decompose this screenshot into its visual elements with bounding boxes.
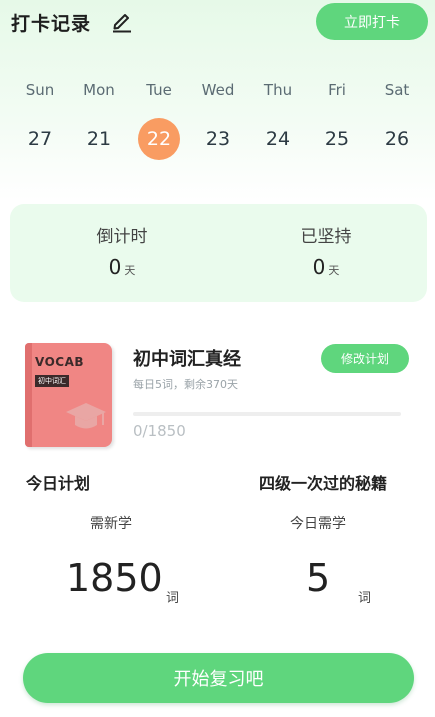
today-words-count: 5 bbox=[306, 556, 331, 600]
day-sun[interactable]: Sun 27 bbox=[10, 78, 70, 160]
book-subtitle: 每日5词，剩余370天 bbox=[133, 378, 238, 391]
day-name: Wed bbox=[201, 81, 235, 99]
stats-card: 倒计时 0天 已坚持 0天 bbox=[10, 204, 427, 302]
persisted-stat: 已坚持 0天 bbox=[256, 222, 396, 279]
persisted-value-row: 0天 bbox=[256, 255, 396, 279]
today-words-unit: 词 bbox=[358, 591, 372, 606]
day-name: Tue bbox=[146, 81, 172, 99]
progress-bar bbox=[133, 412, 401, 416]
countdown-value: 0 bbox=[108, 255, 122, 279]
day-number: 23 bbox=[205, 128, 231, 150]
persisted-label: 已坚持 bbox=[300, 227, 352, 247]
day-mon[interactable]: Mon 21 bbox=[69, 78, 129, 160]
day-number: 26 bbox=[384, 128, 410, 150]
day-fri[interactable]: Fri 25 bbox=[307, 78, 367, 160]
day-number-selected: 22 bbox=[138, 118, 180, 160]
today-words-label: 今日需学 bbox=[290, 516, 346, 532]
day-thu[interactable]: Thu 24 bbox=[248, 78, 308, 160]
graduation-cap-icon bbox=[66, 403, 106, 429]
persisted-value: 0 bbox=[312, 255, 326, 279]
countdown-unit: 天 bbox=[124, 264, 136, 277]
page-title: 打卡记录 bbox=[11, 13, 92, 35]
day-name: Fri bbox=[328, 81, 346, 99]
header: 打卡记录 立即打卡 bbox=[0, 0, 435, 44]
book-spine bbox=[25, 343, 32, 447]
new-words-unit: 词 bbox=[166, 591, 180, 606]
start-review-button[interactable]: 开始复习吧 bbox=[23, 653, 414, 703]
day-name: Mon bbox=[83, 81, 115, 99]
persisted-unit: 天 bbox=[328, 264, 340, 277]
day-sat[interactable]: Sat 26 bbox=[367, 78, 427, 160]
countdown-stat: 倒计时 0天 bbox=[52, 222, 192, 279]
day-wed[interactable]: Wed 23 bbox=[188, 78, 248, 160]
day-name: Sat bbox=[384, 81, 410, 99]
day-tue[interactable]: Tue 22 bbox=[129, 78, 189, 160]
modify-plan-button[interactable]: 修改计划 bbox=[321, 344, 409, 373]
book-title: 初中词汇真经 bbox=[133, 349, 241, 370]
countdown-label: 倒计时 bbox=[96, 227, 148, 247]
secret-tips-link[interactable]: 四级一次过的秘籍 bbox=[259, 470, 387, 494]
book-cover-tag: 初中词汇 bbox=[35, 375, 69, 387]
countdown-value-row: 0天 bbox=[52, 255, 192, 279]
book-cover-title: VOCAB bbox=[35, 355, 85, 369]
day-name: Thu bbox=[263, 81, 293, 99]
day-number: 25 bbox=[324, 128, 350, 150]
day-number: 24 bbox=[265, 128, 291, 150]
book-cover[interactable]: VOCAB 初中词汇 bbox=[25, 343, 112, 447]
progress-text: 0/1850 bbox=[133, 422, 186, 440]
new-words-count: 1850 bbox=[66, 556, 163, 600]
today-plan-title: 今日计划 bbox=[26, 474, 91, 493]
day-number: 27 bbox=[27, 128, 53, 150]
day-number: 21 bbox=[86, 128, 112, 150]
day-name: Sun bbox=[25, 81, 55, 99]
checkin-now-button[interactable]: 立即打卡 bbox=[316, 3, 428, 40]
pencil-edit-icon[interactable] bbox=[111, 9, 133, 33]
new-words-label: 需新学 bbox=[90, 516, 132, 532]
